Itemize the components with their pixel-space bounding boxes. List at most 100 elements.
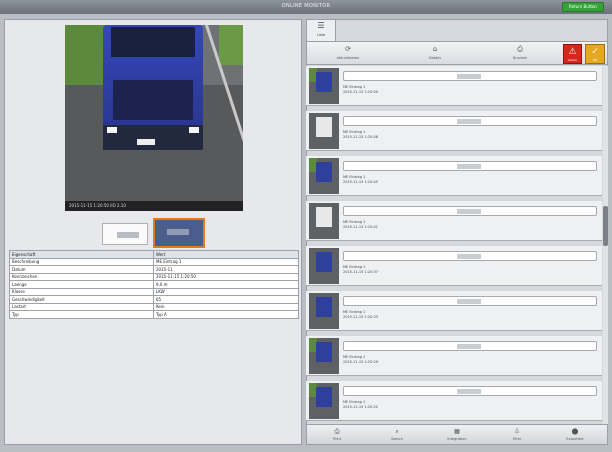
printer-icon: ⎙ bbox=[334, 428, 340, 435]
refresh-button[interactable]: ⟳ Aktualisieren bbox=[335, 44, 361, 64]
search-icon: ⌕ bbox=[395, 428, 399, 435]
tool-label: Drucken bbox=[512, 56, 528, 60]
image-selector-1[interactable] bbox=[102, 223, 148, 245]
ok-button[interactable]: ✓ OK bbox=[585, 44, 605, 64]
item-timestamp: 2015-11-15 1:20:45 bbox=[343, 180, 378, 184]
property-name: Beschreibung bbox=[9, 257, 154, 266]
vehicle-thumbnail bbox=[309, 158, 339, 194]
tab-list[interactable]: ☰ Liste bbox=[306, 19, 336, 41]
table-row[interactable]: Klasse LKW bbox=[9, 287, 299, 296]
property-name: Lastart bbox=[9, 302, 154, 311]
item-title: ME Eintrag 1 bbox=[343, 400, 366, 404]
blurred-label bbox=[457, 119, 481, 124]
integration-button[interactable]: ▦ Integration bbox=[439, 427, 475, 444]
print-button[interactable]: ⎙ Drucken bbox=[507, 44, 533, 64]
item-field[interactable] bbox=[343, 386, 597, 396]
vehicle-thumbnail bbox=[309, 203, 339, 239]
bottom-label: Search bbox=[390, 437, 404, 441]
bottom-label: Integration bbox=[447, 437, 467, 441]
property-value: ME Eintrag 1 bbox=[153, 257, 299, 266]
item-field[interactable] bbox=[343, 161, 597, 171]
event-list: ME Eintrag 1 2015-11-15 1:20:50 ME Eintr… bbox=[306, 66, 602, 424]
table-row[interactable]: Kennzeichen 2015-11-15 1:20:50 bbox=[9, 272, 299, 281]
table-row[interactable]: Datum 2015-11 bbox=[9, 265, 299, 274]
headlight-left bbox=[107, 127, 117, 133]
list-item[interactable]: ME Eintrag 1 2015-11-15 1:20:37 bbox=[306, 246, 602, 286]
table-row[interactable]: Beschreibung ME Eintrag 1 bbox=[9, 257, 299, 266]
item-field[interactable] bbox=[343, 251, 597, 261]
table-row[interactable]: Geschwindigkeit 65 bbox=[9, 295, 299, 304]
bottom-toolbar: ⎙ Print ⌕ Search ▦ Integration ⏃ Filter … bbox=[306, 424, 608, 445]
tool-label: Aktualisieren bbox=[336, 56, 360, 60]
property-name: Typ bbox=[9, 310, 154, 319]
scrollbar-thumb[interactable] bbox=[603, 206, 608, 246]
list-item[interactable]: ME Eintrag 1 2015-11-15 1:20:45 bbox=[306, 156, 602, 196]
blurred-label bbox=[457, 389, 481, 394]
list-item[interactable]: ME Eintrag 1 2015-11-15 1:20:29 bbox=[306, 336, 602, 376]
table-row[interactable]: Typ Typ A bbox=[9, 310, 299, 319]
column-header: Eigenschaft bbox=[9, 250, 154, 259]
truck-windshield bbox=[111, 27, 195, 57]
alarm-button[interactable]: ⚠ Alarm bbox=[563, 44, 582, 64]
table-row[interactable]: Laenge 9,0 m bbox=[9, 280, 299, 289]
item-field[interactable] bbox=[343, 341, 597, 351]
list-item[interactable]: ME Eintrag 1 2015-11-15 1:20:41 bbox=[306, 201, 602, 241]
grass-area-right bbox=[219, 25, 243, 65]
ok-label: OK bbox=[592, 58, 598, 62]
grid-icon: ▦ bbox=[454, 428, 460, 435]
photo-caption: 2015-11-15 1:20:50 IIO 2.10 bbox=[65, 201, 243, 211]
thumb-truck bbox=[316, 387, 332, 407]
blurred-label bbox=[457, 299, 481, 304]
image-selector-2-selected[interactable] bbox=[153, 218, 205, 248]
item-timestamp: 2015-11-15 1:20:29 bbox=[343, 360, 378, 364]
item-title: ME Eintrag 1 bbox=[343, 85, 366, 89]
item-timestamp: 2015-11-15 1:20:33 bbox=[343, 315, 378, 319]
list-item[interactable]: ME Eintrag 1 2015-11-15 1:20:48 bbox=[306, 111, 602, 151]
filter-button[interactable]: ⏃ Filter bbox=[499, 427, 535, 444]
item-field[interactable] bbox=[343, 71, 597, 81]
property-name: Datum bbox=[9, 265, 154, 274]
properties-table: Eigenschaft Wert Beschreibung ME Eintrag … bbox=[9, 250, 299, 319]
export-button[interactable]: ⬤ Exportiert bbox=[557, 427, 593, 444]
item-timestamp: 2015-11-15 1:20:37 bbox=[343, 270, 378, 274]
thumb-truck bbox=[316, 297, 332, 317]
check-icon: ✓ bbox=[591, 47, 599, 57]
vehicle-thumbnail bbox=[309, 68, 339, 104]
item-title: ME Eintrag 1 bbox=[343, 175, 366, 179]
list-item[interactable]: ME Eintrag 1 2015-11-15 1:20:50 bbox=[306, 66, 602, 106]
item-field[interactable] bbox=[343, 296, 597, 306]
search-button[interactable]: ⌕ Search bbox=[379, 427, 415, 444]
property-value: 2015-11-15 1:20:50 bbox=[153, 272, 299, 281]
item-field[interactable] bbox=[343, 116, 597, 126]
property-name: Laenge bbox=[9, 280, 154, 289]
vehicle-thumbnail bbox=[309, 338, 339, 374]
vehicle-thumbnail bbox=[309, 383, 339, 419]
bottom-label: Exportiert bbox=[566, 437, 584, 441]
item-field[interactable] bbox=[343, 206, 597, 216]
column-header: Wert bbox=[153, 250, 299, 259]
item-title: ME Eintrag 1 bbox=[343, 265, 366, 269]
table-row[interactable]: Lastart Kein bbox=[9, 302, 299, 311]
return-button[interactable]: Return Button bbox=[562, 2, 604, 12]
detail-panel: 2015-11-15 1:20:50 IIO 2.10 Eigenschaft … bbox=[4, 19, 302, 445]
property-value: Typ A bbox=[153, 310, 299, 319]
blurred-label bbox=[457, 164, 481, 169]
property-value: Kein bbox=[153, 302, 299, 311]
print-icon: ⎙ bbox=[517, 45, 523, 53]
bottom-label: Print bbox=[332, 437, 342, 441]
blurred-label bbox=[167, 229, 189, 235]
property-name: Kennzeichen bbox=[9, 272, 154, 281]
item-timestamp: 2015-11-15 1:20:48 bbox=[343, 135, 378, 139]
print-bottom-button[interactable]: ⎙ Print bbox=[319, 427, 355, 444]
thumb-truck bbox=[316, 342, 332, 362]
tab-label: Liste bbox=[316, 33, 326, 37]
list-item[interactable]: ME Eintrag 1 2015-11-15 1:20:33 bbox=[306, 291, 602, 331]
license-plate bbox=[137, 139, 155, 145]
details-button[interactable]: ⌂ Details bbox=[422, 44, 448, 64]
list-scrollbar[interactable] bbox=[603, 66, 608, 424]
blurred-label bbox=[457, 344, 481, 349]
bottom-label: Filter bbox=[512, 437, 522, 441]
blurred-label bbox=[457, 254, 481, 259]
list-item[interactable]: ME Eintrag 1 2015-11-15 1:20:22 bbox=[306, 381, 602, 421]
vehicle-thumbnail bbox=[309, 113, 339, 149]
